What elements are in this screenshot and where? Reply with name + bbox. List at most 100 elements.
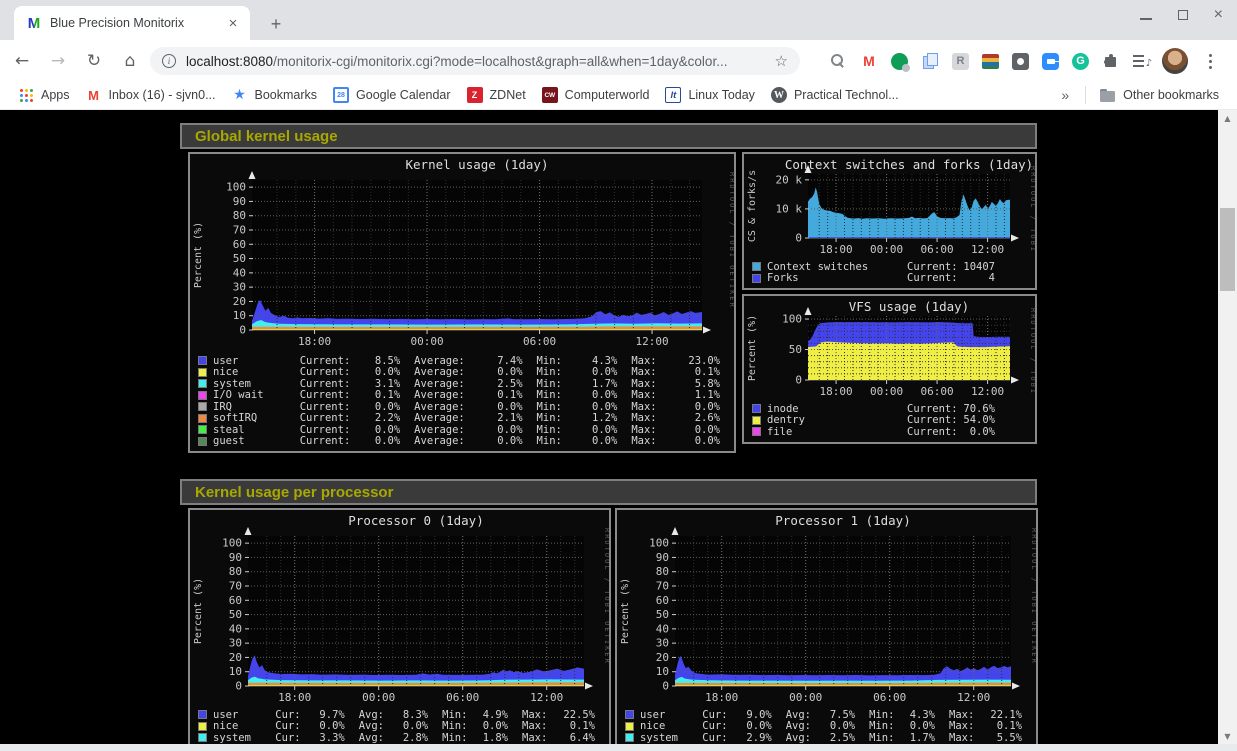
gmail-icon: M bbox=[86, 87, 102, 103]
svg-text:100: 100 bbox=[782, 313, 802, 326]
forward-icon[interactable]: → bbox=[44, 47, 72, 75]
legend-stat: Min:0.0% bbox=[442, 720, 522, 732]
bookmark-item-practical-technol[interactable]: WPractical Technol... bbox=[763, 84, 907, 106]
vertical-scrollbar[interactable]: ▲ ▼ bbox=[1218, 110, 1237, 751]
svg-text:00:00: 00:00 bbox=[362, 691, 395, 704]
vfs-usage-graph[interactable]: 05010018:0000:0006:0012:00VFS usage (1da… bbox=[742, 294, 1037, 444]
bookmark-star-icon[interactable]: ☆ bbox=[775, 52, 788, 70]
legend-series-name: Context switches bbox=[767, 261, 907, 273]
legend-stat: Min:0.0% bbox=[537, 389, 632, 401]
new-tab-button[interactable]: + bbox=[264, 12, 288, 36]
legend-row-user: userCur:9.0%Avg:7.5%Min:4.3%Max:22.1% bbox=[625, 709, 1036, 721]
playlist-icon[interactable] bbox=[1133, 55, 1149, 67]
legend-row-softirq: softIRQCurrent:2.2%Average:2.1%Min:1.2%M… bbox=[198, 413, 734, 425]
svg-text:100: 100 bbox=[649, 537, 669, 550]
voice-icon[interactable] bbox=[891, 53, 908, 70]
window-minimize-icon[interactable] bbox=[1140, 18, 1152, 20]
tab-title: Blue Precision Monitorix bbox=[50, 16, 224, 30]
reader-icon[interactable]: R bbox=[952, 53, 969, 70]
svg-text:20 k: 20 k bbox=[776, 173, 803, 186]
scroll-up-icon[interactable]: ▲ bbox=[1218, 110, 1237, 126]
scroll-down-icon[interactable]: ▼ bbox=[1218, 728, 1237, 744]
grammarly-icon[interactable]: G bbox=[1072, 53, 1089, 70]
browser-tab[interactable]: M Blue Precision Monitorix × bbox=[14, 6, 250, 40]
legend-row-i-o-wait: I/O waitCurrent:0.1%Average:0.1%Min:0.0%… bbox=[198, 390, 734, 402]
processor-1-graph[interactable]: 010203040506070809010018:0000:0006:0012:… bbox=[615, 508, 1038, 751]
reload-icon[interactable]: ↻ bbox=[80, 47, 108, 75]
address-bar[interactable]: i localhost:8080/monitorix-cgi/monitorix… bbox=[150, 47, 800, 75]
scrollbar-thumb[interactable] bbox=[1220, 208, 1235, 291]
section-title: Kernel usage per processor bbox=[195, 484, 393, 501]
legend-swatch bbox=[198, 414, 207, 423]
svg-text:12:00: 12:00 bbox=[971, 385, 1004, 398]
svg-text:Percent (%): Percent (%) bbox=[747, 315, 758, 381]
books-icon[interactable] bbox=[982, 54, 999, 69]
svg-text:60: 60 bbox=[233, 238, 246, 251]
kernel-usage-graph[interactable]: 010203040506070809010018:0000:0006:0012:… bbox=[188, 152, 736, 453]
legend-swatch bbox=[198, 722, 207, 731]
copy-icon[interactable] bbox=[921, 52, 939, 70]
tab-close-icon[interactable]: × bbox=[224, 14, 242, 32]
legend-stat: Current:10407 bbox=[907, 261, 1009, 273]
svg-text:70: 70 bbox=[233, 224, 246, 237]
back-icon[interactable]: ← bbox=[8, 47, 36, 75]
bookmarks-overflow-icon[interactable]: » bbox=[1051, 87, 1079, 103]
legend-series-name: nice bbox=[213, 366, 300, 378]
legend-stat: Max:0.1% bbox=[949, 720, 1036, 732]
bookmark-label: Practical Technol... bbox=[794, 88, 899, 102]
url-text: localhost:8080/monitorix-cgi/monitorix.c… bbox=[186, 54, 767, 69]
legend-stat: Max:5.8% bbox=[631, 378, 734, 390]
legend-stat: Max:22.5% bbox=[522, 709, 609, 721]
legend-row-dentry: dentryCurrent:54.0% bbox=[752, 415, 1035, 427]
legend-stat: Avg:0.0% bbox=[359, 720, 442, 732]
context-switches-graph[interactable]: 010 k20 k18:0000:0006:0012:00Context swi… bbox=[742, 152, 1037, 290]
svg-text:50: 50 bbox=[233, 252, 246, 265]
window-maximize-icon[interactable] bbox=[1178, 10, 1188, 20]
window-close-icon[interactable]: × bbox=[1214, 10, 1223, 20]
bookmark-item-inbox-16-sjvn0[interactable]: MInbox (16) - sjvn0... bbox=[78, 84, 224, 106]
svg-text:18:00: 18:00 bbox=[705, 691, 738, 704]
home-icon[interactable]: ⌂ bbox=[116, 47, 144, 75]
bookmark-label: Bookmarks bbox=[255, 88, 318, 102]
legend-stat: Current:0.0% bbox=[300, 401, 414, 413]
legend-series-name: guest bbox=[213, 435, 300, 447]
legend-swatch bbox=[198, 437, 207, 446]
legend-row-file: fileCurrent:0.0% bbox=[752, 426, 1035, 438]
browser-menu-icon[interactable] bbox=[1201, 52, 1219, 70]
svg-text:0: 0 bbox=[662, 680, 669, 693]
svg-text:0: 0 bbox=[239, 324, 246, 337]
legend-stat: Max:0.1% bbox=[631, 366, 734, 378]
legend-swatch bbox=[752, 404, 761, 413]
bookmark-item-linux-today[interactable]: ltLinux Today bbox=[657, 84, 763, 106]
monitorix-favicon: M bbox=[26, 15, 42, 31]
svg-text:30: 30 bbox=[229, 637, 242, 650]
svg-text:12:00: 12:00 bbox=[530, 691, 563, 704]
page-info-icon[interactable]: i bbox=[162, 54, 176, 68]
keep-icon[interactable] bbox=[1012, 53, 1029, 70]
puzzle-icon[interactable] bbox=[1102, 52, 1120, 70]
svg-text:30: 30 bbox=[656, 637, 669, 650]
processor-0-graph[interactable]: 010203040506070809010018:0000:0006:0012:… bbox=[188, 508, 611, 751]
bookmark-item-computerworld[interactable]: CWComputerworld bbox=[534, 84, 658, 106]
legend-stat: Cur:0.0% bbox=[275, 720, 358, 732]
svg-text:80: 80 bbox=[233, 209, 246, 222]
svg-text:18:00: 18:00 bbox=[298, 335, 331, 348]
apps-grid-icon bbox=[18, 87, 34, 103]
bookmark-item-apps[interactable]: Apps bbox=[10, 84, 78, 106]
bookmark-item-zdnet[interactable]: ZZDNet bbox=[459, 84, 534, 106]
svg-text:30: 30 bbox=[233, 281, 246, 294]
other-bookmarks[interactable]: Other bookmarks bbox=[1092, 85, 1227, 105]
legend-swatch bbox=[752, 274, 761, 283]
bookmark-item-google-calendar[interactable]: 28Google Calendar bbox=[325, 84, 459, 106]
profile-avatar[interactable] bbox=[1162, 48, 1188, 74]
bookmark-item-bookmarks[interactable]: ★Bookmarks bbox=[224, 84, 326, 106]
svg-text:06:00: 06:00 bbox=[873, 691, 906, 704]
legend-swatch bbox=[625, 722, 634, 731]
bookmark-label: Apps bbox=[41, 88, 70, 102]
svg-text:60: 60 bbox=[656, 594, 669, 607]
legend-swatch bbox=[198, 402, 207, 411]
search-icon[interactable] bbox=[829, 52, 847, 70]
zoom-icon[interactable] bbox=[1042, 53, 1059, 70]
svg-text:10: 10 bbox=[229, 665, 242, 678]
gmail-icon[interactable]: M bbox=[860, 52, 878, 70]
